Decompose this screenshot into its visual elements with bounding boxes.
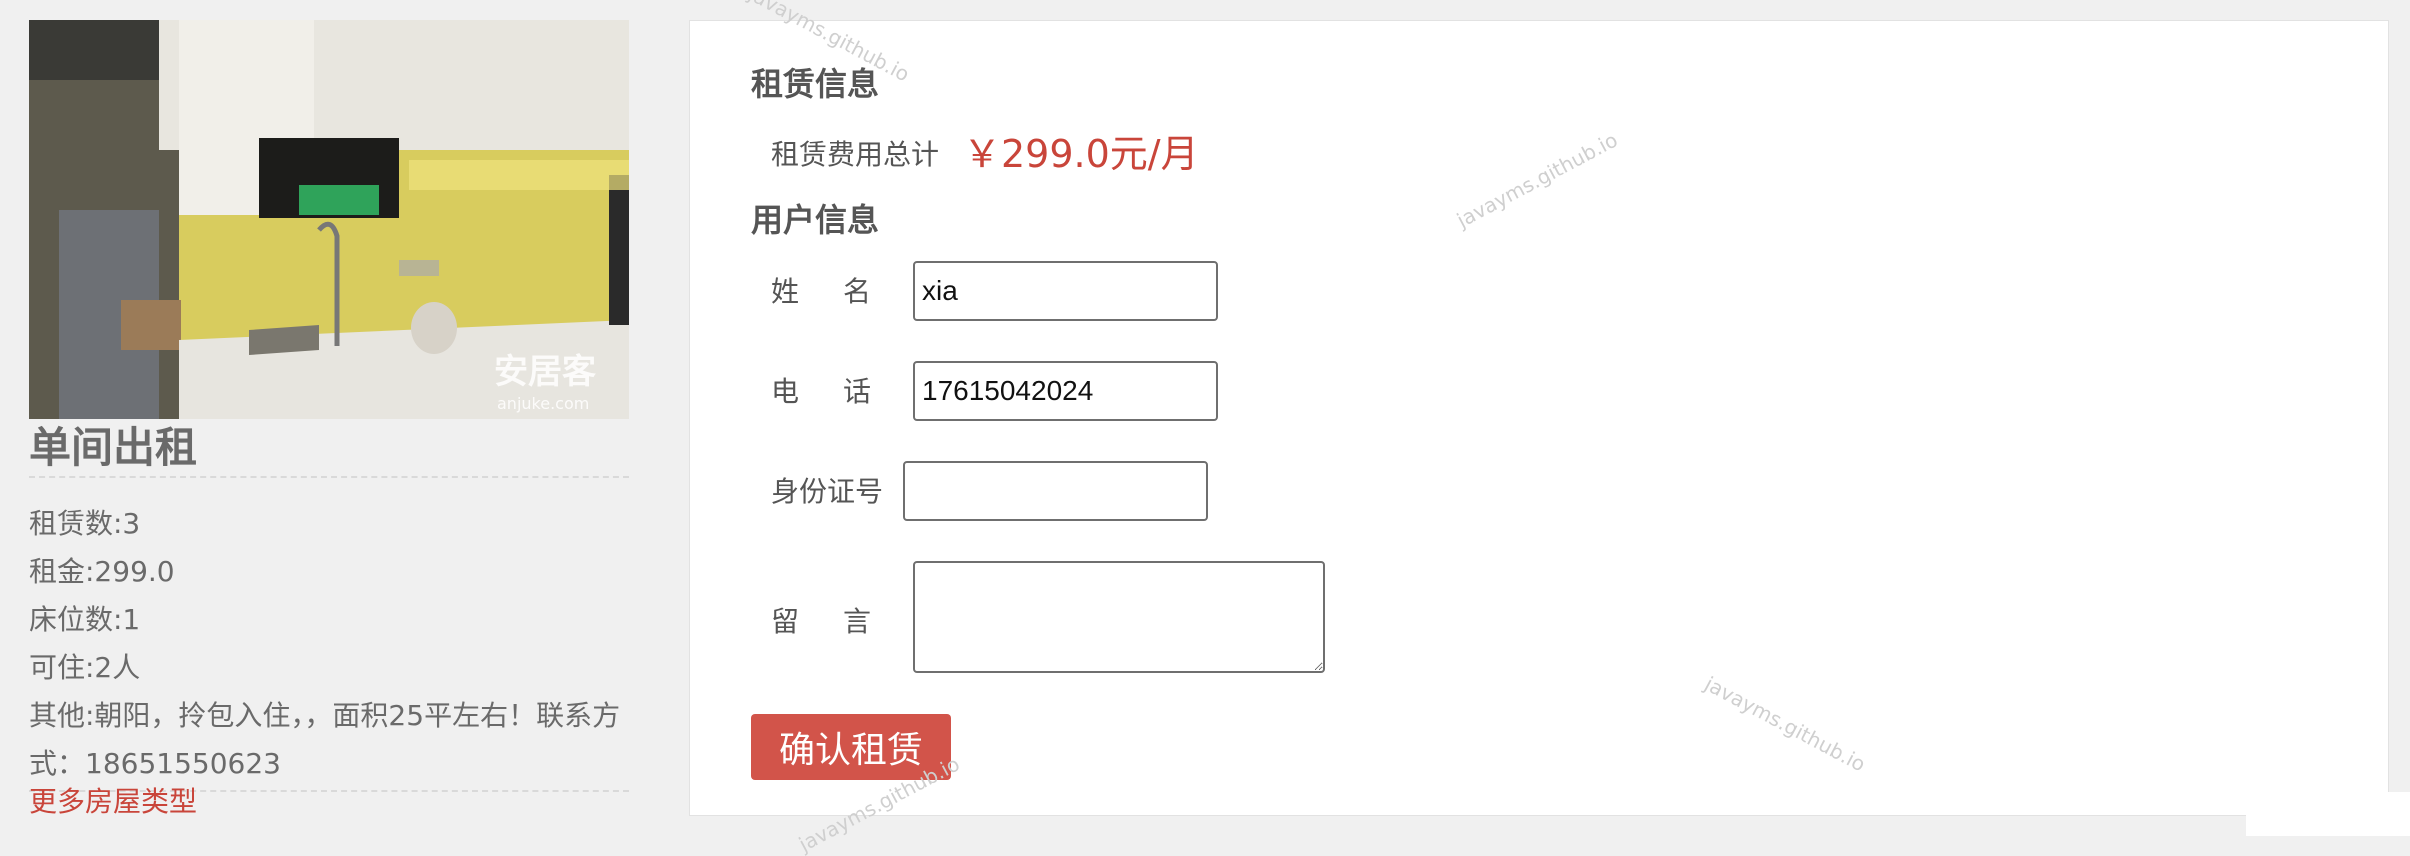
message-textarea[interactable] [913, 561, 1325, 673]
id-number-input[interactable] [903, 461, 1208, 521]
bed-count: 床位数:1 [29, 603, 141, 636]
other-info: 其他:朝阳，拎包入住，，面积25平左右！联系方式：18651550623 [29, 692, 629, 792]
house-photo: 安居客 anjuke.com [29, 20, 629, 419]
message-label: 留言 [771, 605, 916, 638]
more-house-types-link[interactable]: 更多房屋类型 [29, 782, 197, 822]
rent-price: 租金:299.0 [29, 555, 175, 588]
phone-input[interactable] [913, 361, 1218, 421]
name-input[interactable] [913, 261, 1218, 321]
kitchen-image: 安居客 anjuke.com [29, 20, 629, 419]
rental-form-panel: 租赁信息 租赁费用总计 ￥299.0元/月 用户信息 姓名 电话 身份证号 留言… [689, 20, 2389, 816]
rent-count: 租赁数:3 [29, 507, 141, 540]
house-title: 单间出租 [29, 418, 629, 478]
id-number-label: 身份证号 [771, 475, 884, 508]
user-section-title: 用户信息 [751, 201, 880, 239]
logo-cn: 安居客 [494, 352, 596, 392]
capacity: 可住:2人 [29, 651, 141, 684]
bottom-strip [2246, 792, 2410, 836]
phone-label: 电话 [771, 375, 916, 408]
fee-label: 租赁费用总计 [771, 138, 940, 171]
name-label: 姓名 [771, 275, 916, 308]
logo-en: anjuke.com [497, 394, 589, 413]
house-info-list: 租赁数:3 租金:299.0 床位数:1 可住:2人 其他:朝阳，拎包入住，，面… [29, 500, 629, 792]
fee-value: ￥299.0元/月 [963, 132, 1199, 176]
rental-section-title: 租赁信息 [751, 65, 880, 103]
